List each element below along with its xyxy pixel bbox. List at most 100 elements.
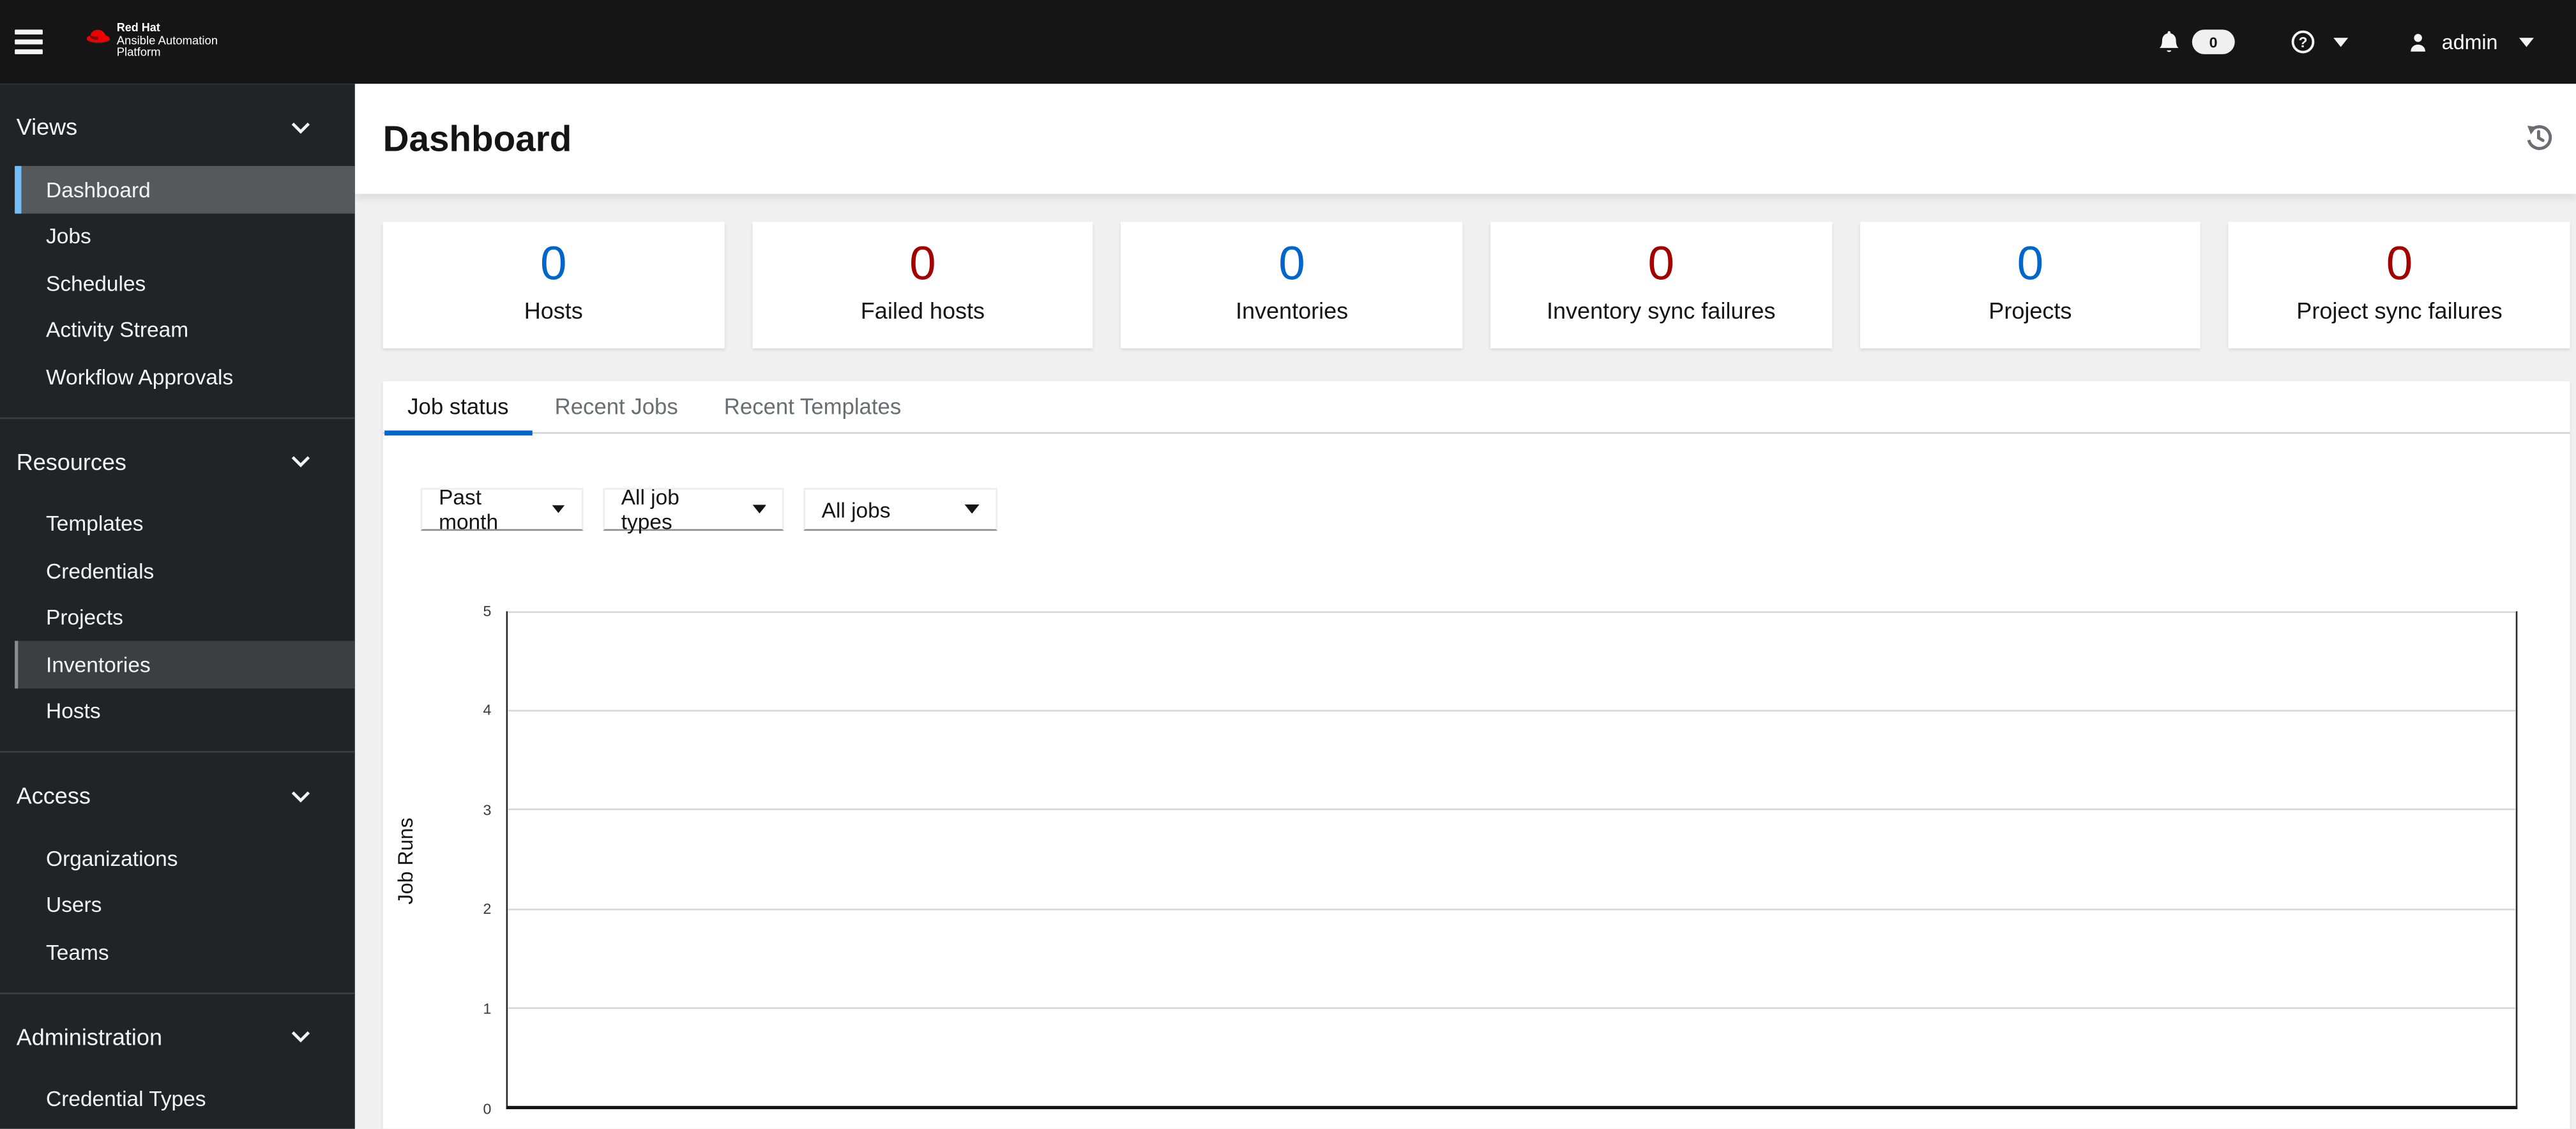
brand-line3: Platform xyxy=(116,44,161,59)
job-filter-select[interactable]: All jobs xyxy=(803,488,997,531)
chevron-down-icon xyxy=(291,791,310,802)
chart-plot-area xyxy=(506,611,2518,1109)
sidebar-item-templates[interactable]: Templates xyxy=(15,501,355,547)
stat-card-projects[interactable]: 0 Projects xyxy=(1860,222,2201,349)
nav-item-label: Jobs xyxy=(46,224,91,249)
dashboard-content: 0 Hosts 0 Failed hosts 0 Inventories 0 I… xyxy=(354,193,2576,1129)
select-value: All job types xyxy=(621,485,679,534)
stat-value: 0 xyxy=(1648,238,1674,291)
gridline xyxy=(508,611,2516,613)
history-icon[interactable] xyxy=(2524,123,2552,151)
sidebar-section-access[interactable]: Access xyxy=(0,779,355,812)
stat-value: 0 xyxy=(2017,238,2044,291)
y-tick: 1 xyxy=(483,1000,492,1017)
user-person-icon xyxy=(2411,33,2425,51)
nav-item-label: Credential Types xyxy=(46,1086,206,1112)
masthead-toolbar: 0 ? admin xyxy=(2158,29,2576,54)
section-label: Resources xyxy=(16,448,126,474)
nav-item-label: Inventories xyxy=(46,651,151,677)
chevron-down-icon xyxy=(291,456,310,467)
caret-down-icon xyxy=(552,505,566,513)
job-type-select[interactable]: All job types xyxy=(603,485,784,534)
section-label: Access xyxy=(16,782,91,809)
stat-value: 0 xyxy=(1278,238,1305,291)
y-tick: 0 xyxy=(483,1100,492,1117)
select-value: Past month xyxy=(439,485,499,534)
nav-item-label: Credentials xyxy=(46,558,155,583)
y-tick: 4 xyxy=(483,702,492,718)
red-hat-fedora-icon xyxy=(86,29,110,43)
dashboard-graph-panel: Job status Recent Jobs Recent Templates … xyxy=(383,381,2570,1129)
sidebar-item-notifications[interactable]: Notifications xyxy=(15,1123,355,1129)
nav-item-label: Workflow Approvals xyxy=(46,364,234,390)
username-label: admin xyxy=(2441,30,2498,54)
y-tick: 5 xyxy=(483,602,492,619)
job-runs-chart: 5 4 3 2 1 0 Job Runs xyxy=(383,531,2570,1129)
page-header: Dashboard xyxy=(354,84,2576,194)
nav-item-label: Teams xyxy=(46,939,109,964)
stat-label: Project sync failures xyxy=(2296,297,2503,324)
tab-recent-templates[interactable]: Recent Templates xyxy=(701,381,924,436)
nav-item-label: Projects xyxy=(46,605,123,630)
gridline xyxy=(508,809,2516,811)
stat-value: 0 xyxy=(909,238,936,291)
nav-item-label: Hosts xyxy=(46,699,101,724)
sidebar-item-hosts[interactable]: Hosts xyxy=(15,688,355,734)
nav-toggle-hamburger-icon[interactable] xyxy=(15,22,54,62)
sidebar-section-administration[interactable]: Administration xyxy=(0,1020,355,1052)
gridline xyxy=(508,907,2516,910)
masthead: Red Hat Ansible Automation Platform 0 ? xyxy=(0,0,2576,84)
nav-item-label: Templates xyxy=(46,511,144,536)
nav-item-label: Activity Stream xyxy=(46,317,189,342)
stat-card-hosts[interactable]: 0 Hosts xyxy=(383,222,724,349)
question-circle-icon: ? xyxy=(2291,30,2315,54)
sidebar-section-resources[interactable]: Resources xyxy=(0,444,355,477)
help-menu-button[interactable]: ? xyxy=(2291,29,2349,54)
stat-card-project-sync-failures[interactable]: 0 Project sync failures xyxy=(2229,222,2570,349)
stat-label: Failed hosts xyxy=(860,297,985,324)
gridline xyxy=(508,710,2516,712)
tab-job-status[interactable]: Job status xyxy=(384,381,532,436)
nav-item-label: Organizations xyxy=(46,845,178,871)
sidebar-section-views[interactable]: Views xyxy=(0,110,355,142)
stat-card-failed-hosts[interactable]: 0 Failed hosts xyxy=(752,222,1094,349)
chart-filters: Past month All job types All jobs xyxy=(420,485,2570,534)
tab-recent-jobs[interactable]: Recent Jobs xyxy=(532,381,701,436)
sidebar-item-jobs[interactable]: Jobs xyxy=(15,213,355,259)
user-menu-button[interactable]: admin xyxy=(2407,31,2534,54)
caret-down-icon xyxy=(2519,36,2534,47)
stat-cards-row: 0 Hosts 0 Failed hosts 0 Inventories 0 I… xyxy=(383,222,2570,349)
stat-card-inventory-sync-failures[interactable]: 0 Inventory sync failures xyxy=(1490,222,1832,349)
chevron-down-icon xyxy=(291,1031,310,1043)
nav-item-label: Users xyxy=(46,892,102,918)
select-value: All jobs xyxy=(821,497,891,522)
stat-card-inventories[interactable]: 0 Inventories xyxy=(1121,222,1463,349)
section-label: Administration xyxy=(16,1022,162,1050)
caret-down-icon xyxy=(752,504,766,513)
sidebar-nav: Views Dashboard Jobs Schedules Activity … xyxy=(0,84,355,1129)
sidebar-item-dashboard[interactable]: Dashboard xyxy=(15,165,355,213)
period-select[interactable]: Past month xyxy=(420,485,584,534)
section-label: Views xyxy=(16,113,78,140)
y-axis-label: Job Runs xyxy=(394,817,418,905)
notification-count-badge[interactable]: 0 xyxy=(2192,29,2235,54)
sidebar-item-organizations[interactable]: Organizations xyxy=(15,835,355,881)
sidebar-item-users[interactable]: Users xyxy=(15,882,355,928)
sidebar-item-credentials[interactable]: Credentials xyxy=(15,547,355,594)
stat-value: 0 xyxy=(540,238,567,291)
sidebar-item-credential-types[interactable]: Credential Types xyxy=(15,1075,355,1122)
notifications-bell-icon[interactable] xyxy=(2158,29,2181,54)
caret-down-icon xyxy=(2333,36,2349,47)
nav-item-label: Dashboard xyxy=(46,177,151,202)
sidebar-item-projects[interactable]: Projects xyxy=(15,594,355,640)
sidebar-item-inventories[interactable]: Inventories xyxy=(15,640,355,688)
nav-item-label: Schedules xyxy=(46,270,146,296)
sidebar-item-schedules[interactable]: Schedules xyxy=(15,260,355,307)
stat-label: Inventory sync failures xyxy=(1546,297,1776,324)
sidebar-item-teams[interactable]: Teams xyxy=(15,928,355,975)
stat-label: Projects xyxy=(1989,297,2072,324)
caret-down-icon xyxy=(964,504,980,514)
sidebar-item-activity-stream[interactable]: Activity Stream xyxy=(15,307,355,353)
stat-label: Hosts xyxy=(524,297,583,324)
sidebar-item-workflow-approvals[interactable]: Workflow Approvals xyxy=(15,353,355,400)
